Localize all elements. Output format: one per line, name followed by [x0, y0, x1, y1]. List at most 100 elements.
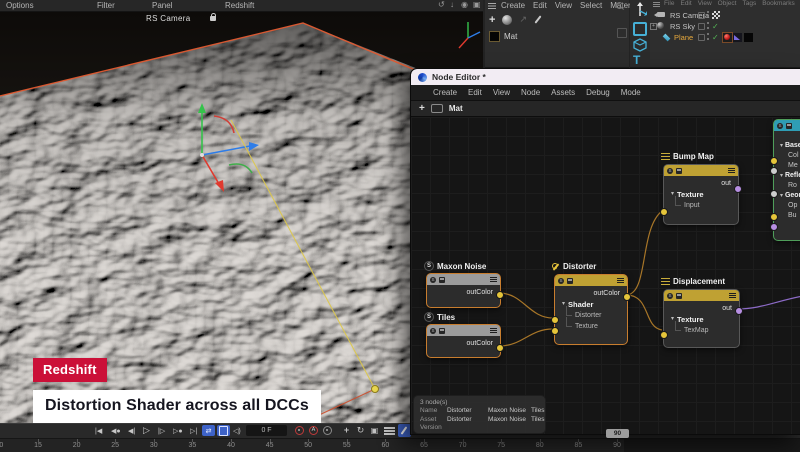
menu-mode[interactable]: Mode [621, 88, 641, 97]
camera-lock-icon[interactable] [210, 16, 216, 21]
layer-toggle[interactable] [698, 12, 705, 19]
solo-icon[interactable]: S [667, 168, 673, 174]
node-editor-titlebar[interactable]: Node Editor * [411, 69, 800, 85]
material-tag-icon[interactable] [722, 32, 733, 43]
autokey-button[interactable]: A [309, 426, 318, 435]
keyframe-selection-button[interactable] [323, 426, 332, 435]
download-icon[interactable]: ↓ [450, 0, 454, 9]
pen-icon[interactable] [534, 15, 541, 23]
port-outcolor[interactable] [496, 344, 504, 352]
input-texmap[interactable]: TexMap [664, 325, 739, 336]
tab-shape-icon[interactable] [431, 104, 443, 113]
section-reflection[interactable]: ▾ Refle [774, 171, 800, 181]
node-menu-icon[interactable] [729, 293, 736, 298]
node-material[interactable]: S ▾ Base Col Me ▾ Refle Ro ▾ Geom Op Bu [773, 119, 800, 241]
enabled-check-icon[interactable]: ✓ [712, 22, 719, 31]
port-input[interactable] [660, 208, 668, 216]
play-button[interactable]: ▷ [143, 425, 150, 436]
rectangle-select-icon[interactable] [633, 22, 647, 36]
node-menu-icon[interactable] [728, 168, 735, 173]
port-color[interactable] [770, 157, 778, 165]
input-rough[interactable]: Ro [774, 181, 800, 191]
move-tool-icon[interactable] [633, 2, 647, 18]
doc-range-button[interactable] [217, 425, 230, 436]
port-bump[interactable] [770, 223, 778, 231]
node-menu-icon[interactable] [490, 277, 497, 282]
scale-key-icon[interactable]: ▣ [369, 425, 380, 436]
current-frame-field[interactable]: 0 F [246, 425, 287, 436]
solo-icon[interactable]: S [558, 278, 564, 284]
node-header[interactable]: S [774, 120, 800, 131]
node-header[interactable]: S [664, 290, 739, 301]
node-header[interactable]: S [555, 275, 627, 286]
node-displacement[interactable]: S out ▾Texture TexMap [663, 289, 740, 348]
port-texmap[interactable] [660, 331, 668, 339]
input-opacity[interactable]: Op [774, 201, 800, 211]
goto-end-button[interactable]: ▷| [190, 425, 197, 436]
visibility-dots[interactable] [707, 22, 709, 29]
node-editor-window[interactable]: Node Editor * Create Edit View Node Asse… [410, 68, 800, 435]
menu-tags[interactable]: Tags [742, 0, 756, 7]
material-item[interactable]: Mat [485, 31, 633, 42]
frame-icon[interactable]: ▣ [473, 0, 481, 9]
polygon-selection-tag-icon[interactable] [733, 33, 742, 42]
next-frame-button[interactable]: |▷ [158, 425, 165, 436]
target-icon[interactable]: ◉ [461, 0, 468, 9]
save-icon[interactable] [439, 328, 445, 334]
texture-mode-icon[interactable]: T [633, 55, 640, 65]
node-menu-icon[interactable] [617, 278, 624, 283]
input-input[interactable]: Input [664, 200, 738, 211]
layers-icon[interactable] [384, 427, 395, 435]
object-row-rs-camera[interactable]: RS Camera [650, 10, 800, 20]
save-icon[interactable] [786, 123, 792, 129]
search-icon[interactable] [616, 2, 623, 9]
port-texture-in[interactable] [551, 327, 559, 335]
rotate-view-icon[interactable]: ↺ [438, 0, 445, 9]
menu-panel[interactable]: Panel [152, 1, 172, 10]
menu-object[interactable]: Object [718, 0, 737, 7]
menu-filter[interactable]: Filter [97, 1, 115, 10]
spline-point[interactable] [372, 386, 379, 393]
render-checker-icon[interactable] [712, 11, 720, 19]
node-header[interactable]: S [427, 274, 500, 285]
goto-start-button[interactable]: |◀ [95, 425, 102, 436]
rotation-key-icon[interactable]: ↻ [355, 425, 366, 436]
node-menu-icon[interactable] [490, 328, 497, 333]
layer-toggle[interactable] [698, 23, 705, 30]
new-material-sphere-icon[interactable] [502, 15, 512, 25]
solo-icon[interactable]: S [430, 328, 436, 334]
loop-button[interactable]: ⇄ [202, 425, 215, 436]
object-row-plane[interactable]: Plane ✓ [650, 32, 800, 42]
menu-edit[interactable]: Edit [533, 1, 547, 10]
next-key-button[interactable]: ▷● [173, 425, 183, 436]
node-header[interactable]: S [427, 325, 500, 336]
add-icon[interactable]: + [489, 15, 495, 25]
node-maxon-noise[interactable]: S outColor [426, 273, 501, 308]
input-texture[interactable]: Texture [555, 321, 627, 332]
visibility-dots[interactable] [707, 11, 709, 18]
expander-icon[interactable]: + [650, 23, 657, 30]
menu-redshift[interactable]: Redshift [225, 1, 254, 10]
menu-bookmarks[interactable]: Bookmarks [762, 0, 795, 7]
menu-view[interactable]: View [555, 1, 572, 10]
port-metal[interactable] [770, 167, 778, 175]
add-tab-icon[interactable]: + [419, 104, 425, 114]
prev-frame-button[interactable]: ◀| [128, 425, 135, 436]
menu-edit[interactable]: Edit [680, 0, 691, 7]
menu-options[interactable]: Options [6, 1, 34, 10]
solo-icon[interactable]: S [430, 277, 436, 283]
menu-select[interactable]: Select [580, 1, 602, 10]
node-bump-map[interactable]: S out ▾Texture Input [663, 164, 739, 225]
object-row-rs-sky[interactable]: + RS Sky ✓ [650, 21, 800, 31]
solo-icon[interactable]: S [777, 123, 783, 129]
port-rough[interactable] [770, 190, 778, 198]
model-mode-cube-icon[interactable] [633, 38, 647, 52]
port-out[interactable] [735, 307, 743, 315]
range-end-handle[interactable]: 90 [606, 429, 629, 438]
camera-label[interactable]: RS Camera [146, 14, 191, 23]
save-icon[interactable] [567, 278, 573, 284]
tab-mat[interactable]: Mat [449, 104, 463, 113]
save-icon[interactable] [676, 168, 682, 174]
port-outcolor[interactable] [496, 291, 504, 299]
solo-icon[interactable]: S [667, 293, 673, 299]
